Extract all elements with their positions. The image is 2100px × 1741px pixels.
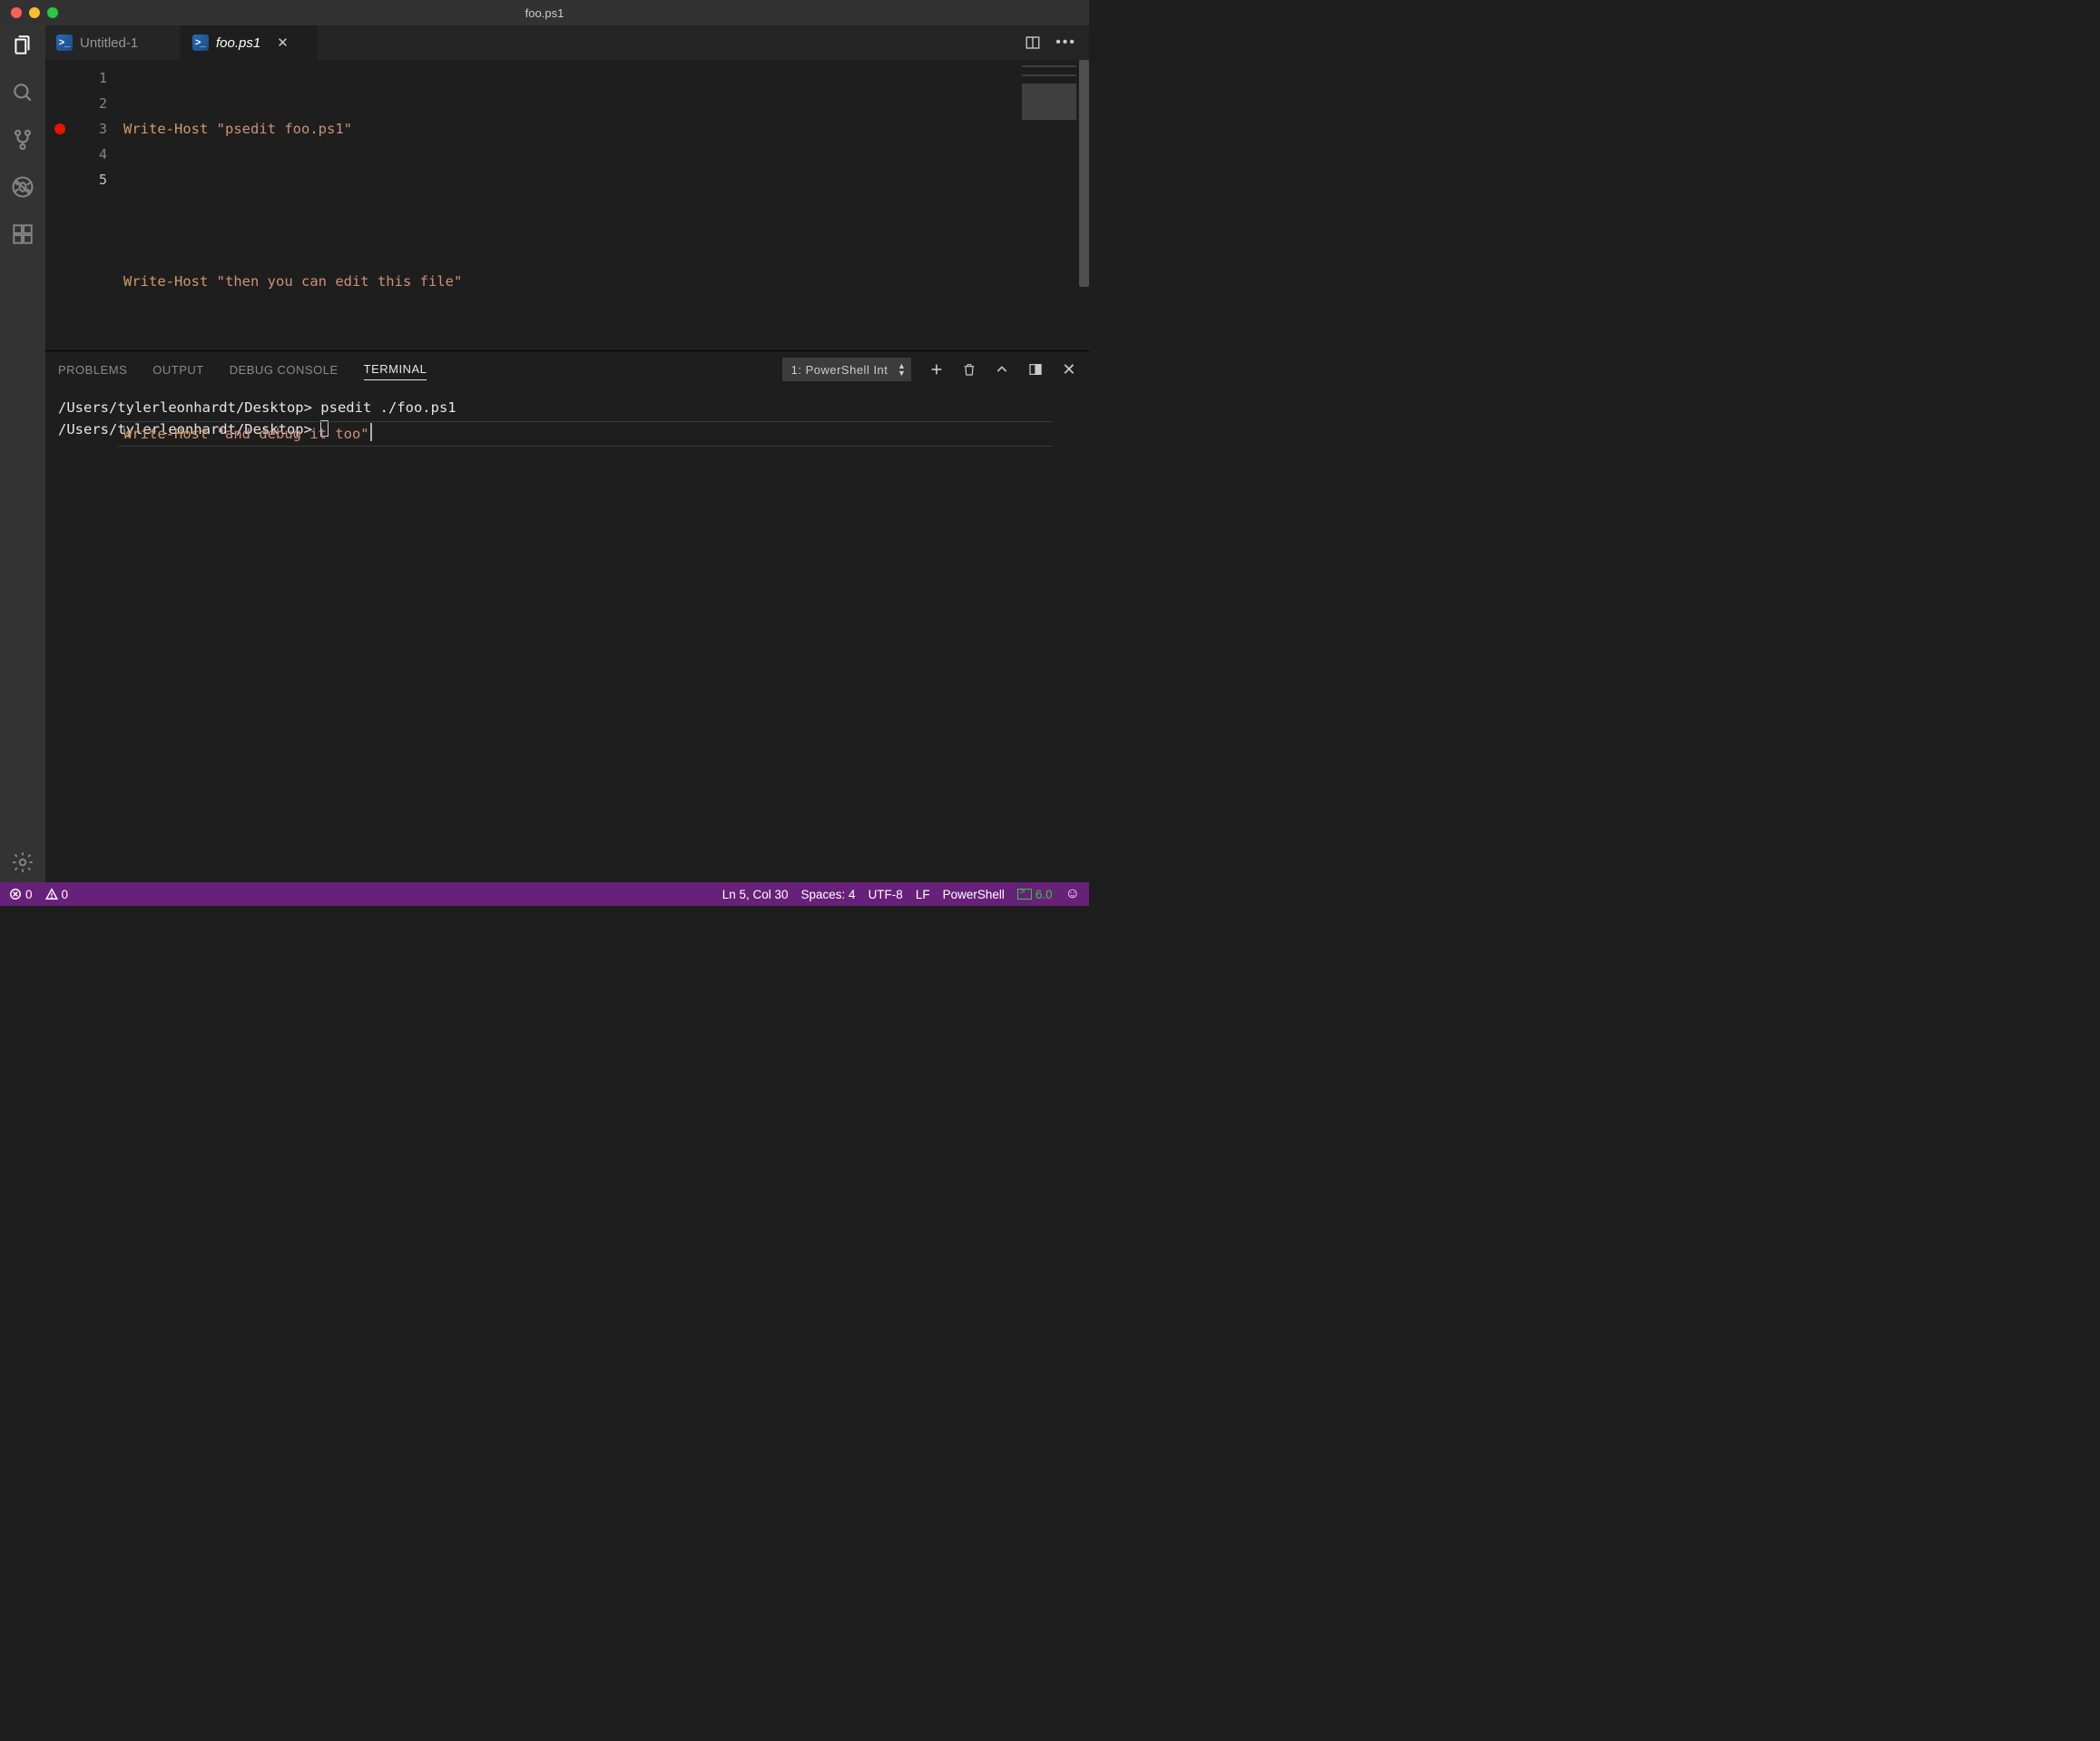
editor-tabs: >_ Untitled-1 >_ foo.ps1 ✕ ••• — [45, 25, 1089, 60]
status-errors[interactable]: 0 — [9, 888, 33, 901]
titlebar: foo.ps1 — [0, 0, 1089, 25]
panel-tab-problems[interactable]: PROBLEMS — [58, 359, 127, 380]
status-eol[interactable]: LF — [916, 888, 930, 901]
status-indentation[interactable]: Spaces: 4 — [801, 888, 856, 901]
editor[interactable]: 1 2 3 4 5 Write-Host "psedit foo.ps1" Wr… — [45, 60, 1089, 350]
debug-icon[interactable] — [10, 174, 35, 200]
extensions-icon[interactable] — [10, 221, 35, 247]
error-icon — [9, 888, 22, 900]
breakpoint-icon[interactable] — [54, 123, 65, 134]
line-number[interactable]: 3 — [45, 116, 123, 142]
line-number[interactable]: 1 — [45, 65, 123, 91]
powershell-file-icon: >_ — [56, 34, 73, 51]
search-icon[interactable] — [10, 80, 35, 105]
settings-gear-icon[interactable] — [10, 850, 35, 875]
dropdown-carets-icon: ▲▼ — [898, 362, 906, 377]
split-editor-icon[interactable] — [1025, 34, 1041, 51]
status-warnings[interactable]: 0 — [45, 888, 69, 901]
more-actions-icon[interactable]: ••• — [1055, 34, 1076, 51]
window-title: foo.ps1 — [0, 6, 1089, 20]
status-bar: 0 0 Ln 5, Col 30 Spaces: 4 UTF-8 LF Powe… — [0, 882, 1089, 906]
activity-bar — [0, 25, 45, 882]
line-number[interactable]: 2 — [45, 91, 123, 116]
minimap[interactable] — [1022, 65, 1076, 120]
editor-toolbar: ••• — [1012, 25, 1089, 60]
editor-content[interactable]: Write-Host "psedit foo.ps1" Write-Host "… — [123, 60, 1089, 350]
editor-scrollbar[interactable] — [1076, 60, 1089, 350]
scrollbar-thumb[interactable] — [1079, 60, 1089, 287]
terminal-selector[interactable]: 1: PowerShell Int ▲▼ — [782, 358, 912, 381]
tab-untitled-1[interactable]: >_ Untitled-1 — [45, 25, 182, 60]
workbench: >_ Untitled-1 >_ foo.ps1 ✕ ••• — [0, 25, 1089, 882]
tab-foo-ps1[interactable]: >_ foo.ps1 ✕ — [182, 25, 318, 60]
warning-icon — [45, 888, 58, 900]
line-number[interactable]: 5 — [45, 167, 123, 192]
feedback-smiley-icon[interactable]: ☺ — [1065, 886, 1080, 902]
explorer-icon[interactable] — [10, 33, 35, 58]
line-number[interactable]: 4 — [45, 142, 123, 167]
tab-label: Untitled-1 — [80, 35, 138, 51]
status-language-mode[interactable]: PowerShell — [943, 888, 1005, 901]
status-cursor-position[interactable]: Ln 5, Col 30 — [722, 888, 789, 901]
powershell-console-icon — [1017, 889, 1032, 900]
editor-column: >_ Untitled-1 >_ foo.ps1 ✕ ••• — [45, 25, 1089, 882]
source-control-icon[interactable] — [10, 127, 35, 152]
editor-gutter[interactable]: 1 2 3 4 5 — [45, 60, 123, 350]
tab-label: foo.ps1 — [216, 35, 260, 51]
status-encoding[interactable]: UTF-8 — [868, 888, 903, 901]
editor-cursor — [370, 423, 372, 441]
powershell-file-icon: >_ — [192, 34, 209, 51]
close-tab-icon[interactable]: ✕ — [277, 34, 289, 51]
status-powershell-version[interactable]: 6.0 — [1017, 888, 1053, 901]
